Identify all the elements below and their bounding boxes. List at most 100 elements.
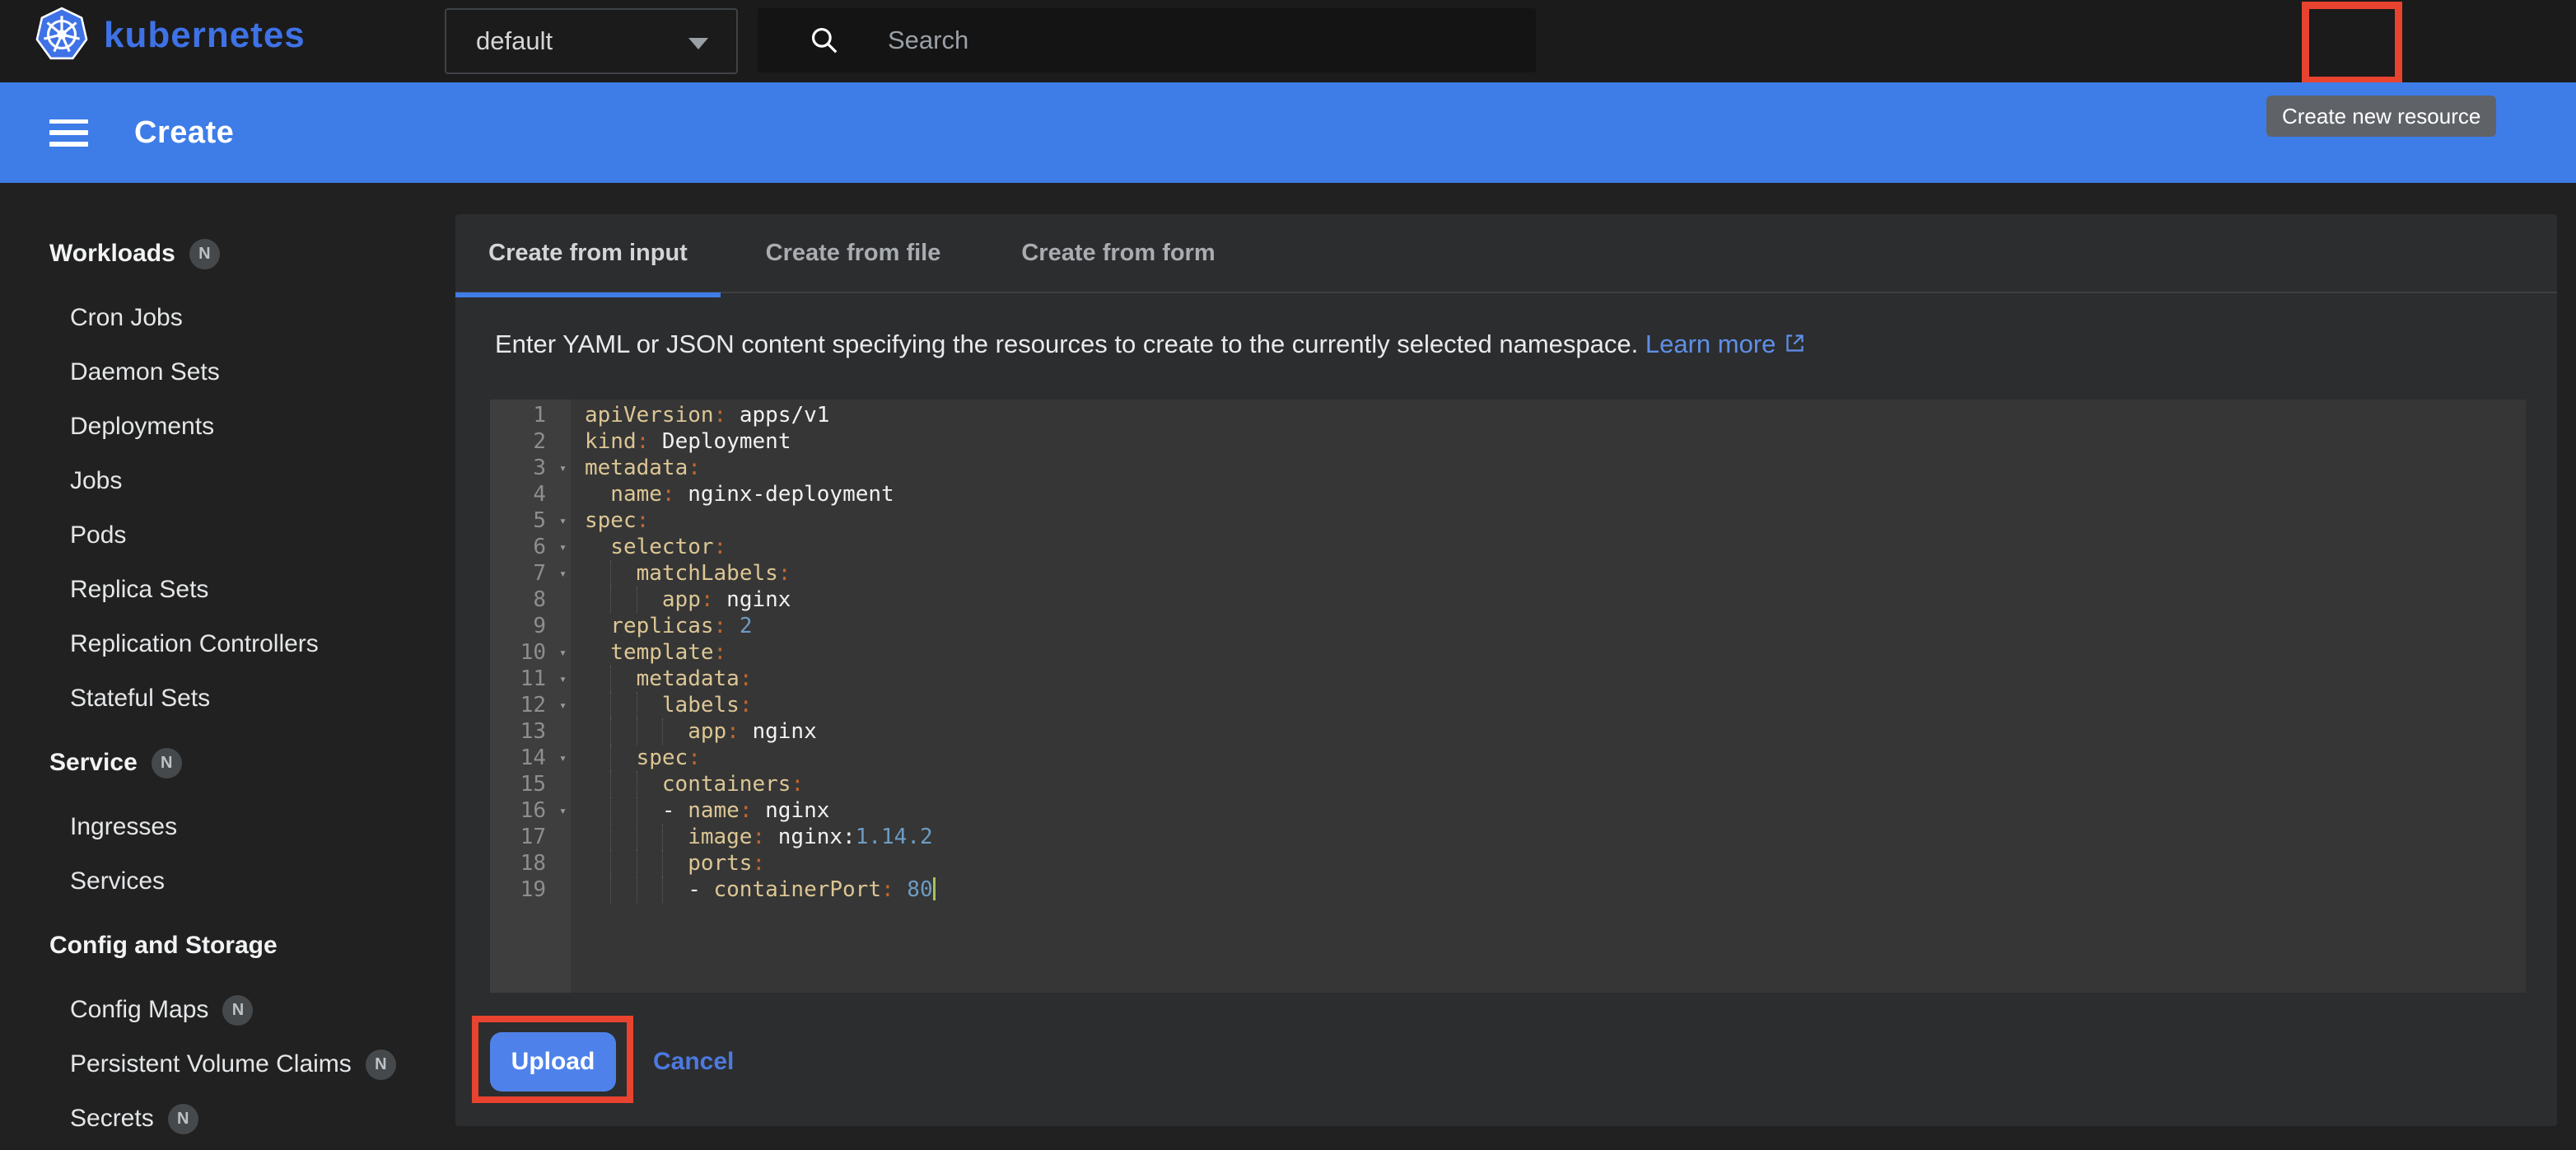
line-number: 14▾ xyxy=(490,745,571,771)
namespaced-badge: N xyxy=(152,748,182,778)
code-line: metadata: xyxy=(571,455,2526,481)
sidebar-item-secrets[interactable]: Secrets N xyxy=(0,1092,455,1146)
sidebar-section-workloads[interactable]: WorkloadsN xyxy=(0,227,455,281)
code-line: replicas: 2 xyxy=(571,613,2526,639)
sidebar-item-persistent-volume-claims[interactable]: Persistent Volume Claims N xyxy=(0,1037,455,1092)
fold-arrow-icon[interactable]: ▾ xyxy=(559,534,567,560)
sidebar-label: Config Maps xyxy=(70,996,208,1024)
fold-arrow-icon[interactable]: ▾ xyxy=(559,639,567,666)
page-title: Create xyxy=(134,115,234,151)
namespace-selector[interactable]: default xyxy=(445,8,738,74)
annotation-highlight-create-button xyxy=(2302,2,2402,84)
sidebar-label: Config and Storage xyxy=(49,932,278,960)
line-number: 10▾ xyxy=(490,639,571,666)
fold-arrow-icon[interactable]: ▾ xyxy=(559,455,567,481)
sidebar-label: Service xyxy=(49,749,138,777)
line-number: 11▾ xyxy=(490,666,571,692)
sidebar-label: Cron Jobs xyxy=(70,304,183,332)
code-line: name: nginx-deployment xyxy=(571,481,2526,507)
line-number: 3▾ xyxy=(490,455,571,481)
namespaced-badge: N xyxy=(366,1049,396,1080)
sidebar-label: Services xyxy=(70,867,165,895)
sidebar: WorkloadsN Cron Jobs Daemon SetsDeployment… xyxy=(0,183,455,1146)
editor-code: apiVersion: apps/v1kind: Deploymentmetad… xyxy=(571,402,2526,903)
fold-arrow-icon[interactable]: ▾ xyxy=(559,666,567,692)
yaml-editor[interactable]: 123▾45▾6▾7▾8910▾11▾12▾1314▾1516▾171819 a… xyxy=(490,400,2526,993)
sidebar-item-pods[interactable]: Pods xyxy=(0,508,455,563)
chevron-down-icon xyxy=(688,38,708,49)
code-line: apiVersion: apps/v1 xyxy=(571,402,2526,428)
sidebar-label: Ingresses xyxy=(70,813,177,841)
sidebar-item-daemon-sets[interactable]: Daemon Sets xyxy=(0,345,455,400)
tab-create-from-file[interactable]: Create from file xyxy=(721,214,986,292)
search-bar[interactable]: Search xyxy=(758,8,1536,72)
fold-arrow-icon[interactable]: ▾ xyxy=(559,745,567,771)
code-line: matchLabels: xyxy=(571,560,2526,587)
upload-button[interactable]: Upload xyxy=(490,1032,616,1092)
code-line: spec: xyxy=(571,745,2526,771)
code-line: selector: xyxy=(571,534,2526,560)
line-number: 17 xyxy=(490,824,571,850)
menu-icon[interactable] xyxy=(49,119,88,147)
line-number: 19 xyxy=(490,877,571,903)
code-line: - name: nginx xyxy=(571,797,2526,824)
learn-more-link[interactable]: Learn more xyxy=(1645,330,1807,358)
namespace-value: default xyxy=(476,26,553,56)
code-line: - containerPort: 80 xyxy=(571,877,2526,903)
kubernetes-dashboard: kubernetes default Search + xyxy=(0,0,2576,1150)
namespaced-badge: N xyxy=(189,239,220,269)
line-number: 13 xyxy=(490,718,571,745)
top-bar: kubernetes default Search + xyxy=(0,0,2576,82)
code-line: template: xyxy=(571,639,2526,666)
line-number: 4 xyxy=(490,481,571,507)
code-line: app: nginx xyxy=(571,587,2526,613)
sidebar-label: Persistent Volume Claims xyxy=(70,1050,352,1078)
fold-arrow-icon[interactable]: ▾ xyxy=(559,507,567,534)
cancel-button[interactable]: Cancel xyxy=(632,1032,755,1092)
code-line: containers: xyxy=(571,771,2526,797)
code-line: spec: xyxy=(571,507,2526,534)
sidebar-item-config-maps[interactable]: Config MapsN xyxy=(0,983,455,1037)
create-panel: Create from inputCreate from fileCreate … xyxy=(455,214,2557,1126)
sidebar-item-jobs[interactable]: Jobs xyxy=(0,454,455,508)
sidebar-section-config-and-storage[interactable]: Config and Storage xyxy=(0,919,455,973)
sidebar-item-ingresses[interactable]: Ingresses xyxy=(0,800,455,854)
namespaced-badge: N xyxy=(168,1104,198,1134)
line-number: 15 xyxy=(490,771,571,797)
line-number: 5▾ xyxy=(490,507,571,534)
instruction-text: Enter YAML or JSON content specifying th… xyxy=(495,330,1806,359)
sidebar-label: Replication Controllers xyxy=(70,630,319,658)
sidebar-item-deployments[interactable]: Deployments xyxy=(0,400,455,454)
line-number: 16▾ xyxy=(490,797,571,824)
tab-create-from-input[interactable]: Create from input xyxy=(455,214,721,292)
fold-arrow-icon[interactable]: ▾ xyxy=(559,560,567,587)
app-bar: Create xyxy=(0,82,2576,183)
sidebar-label: Secrets xyxy=(70,1105,154,1133)
fold-arrow-icon[interactable]: ▾ xyxy=(559,692,567,718)
tooltip-create-new-resource: Create new resource xyxy=(2266,96,2496,137)
sidebar-item-stateful-sets[interactable]: Stateful Sets xyxy=(0,671,455,726)
sidebar-item-cron-jobs[interactable]: Cron Jobs xyxy=(0,291,455,345)
sidebar-item-services[interactable]: Services xyxy=(0,854,455,909)
sidebar-section-service[interactable]: Service N xyxy=(0,736,455,790)
code-line: image: nginx:1.14.2 xyxy=(571,824,2526,850)
sidebar-item-replica-sets[interactable]: Replica Sets xyxy=(0,563,455,617)
fold-arrow-icon[interactable]: ▾ xyxy=(559,797,567,824)
tab-bar: Create from inputCreate from fileCreate … xyxy=(455,214,2557,293)
tab-create-from-form[interactable]: Create from form xyxy=(986,214,1251,292)
search-placeholder: Search xyxy=(888,26,968,55)
sidebar-item-replication-controllers[interactable]: Replication Controllers xyxy=(0,617,455,671)
line-number: 8 xyxy=(490,587,571,613)
sidebar-label: Stateful Sets xyxy=(70,685,210,713)
code-line: ports: xyxy=(571,850,2526,877)
code-line: labels: xyxy=(571,692,2526,718)
code-line: metadata: xyxy=(571,666,2526,692)
sidebar-label: Pods xyxy=(70,521,126,549)
kubernetes-logo-icon xyxy=(35,7,89,64)
external-link-icon xyxy=(1784,332,1806,354)
kubernetes-logo[interactable]: kubernetes xyxy=(35,7,306,64)
line-number: 9 xyxy=(490,613,571,639)
text-cursor xyxy=(933,877,936,900)
line-number: 7▾ xyxy=(490,560,571,587)
line-number: 6▾ xyxy=(490,534,571,560)
